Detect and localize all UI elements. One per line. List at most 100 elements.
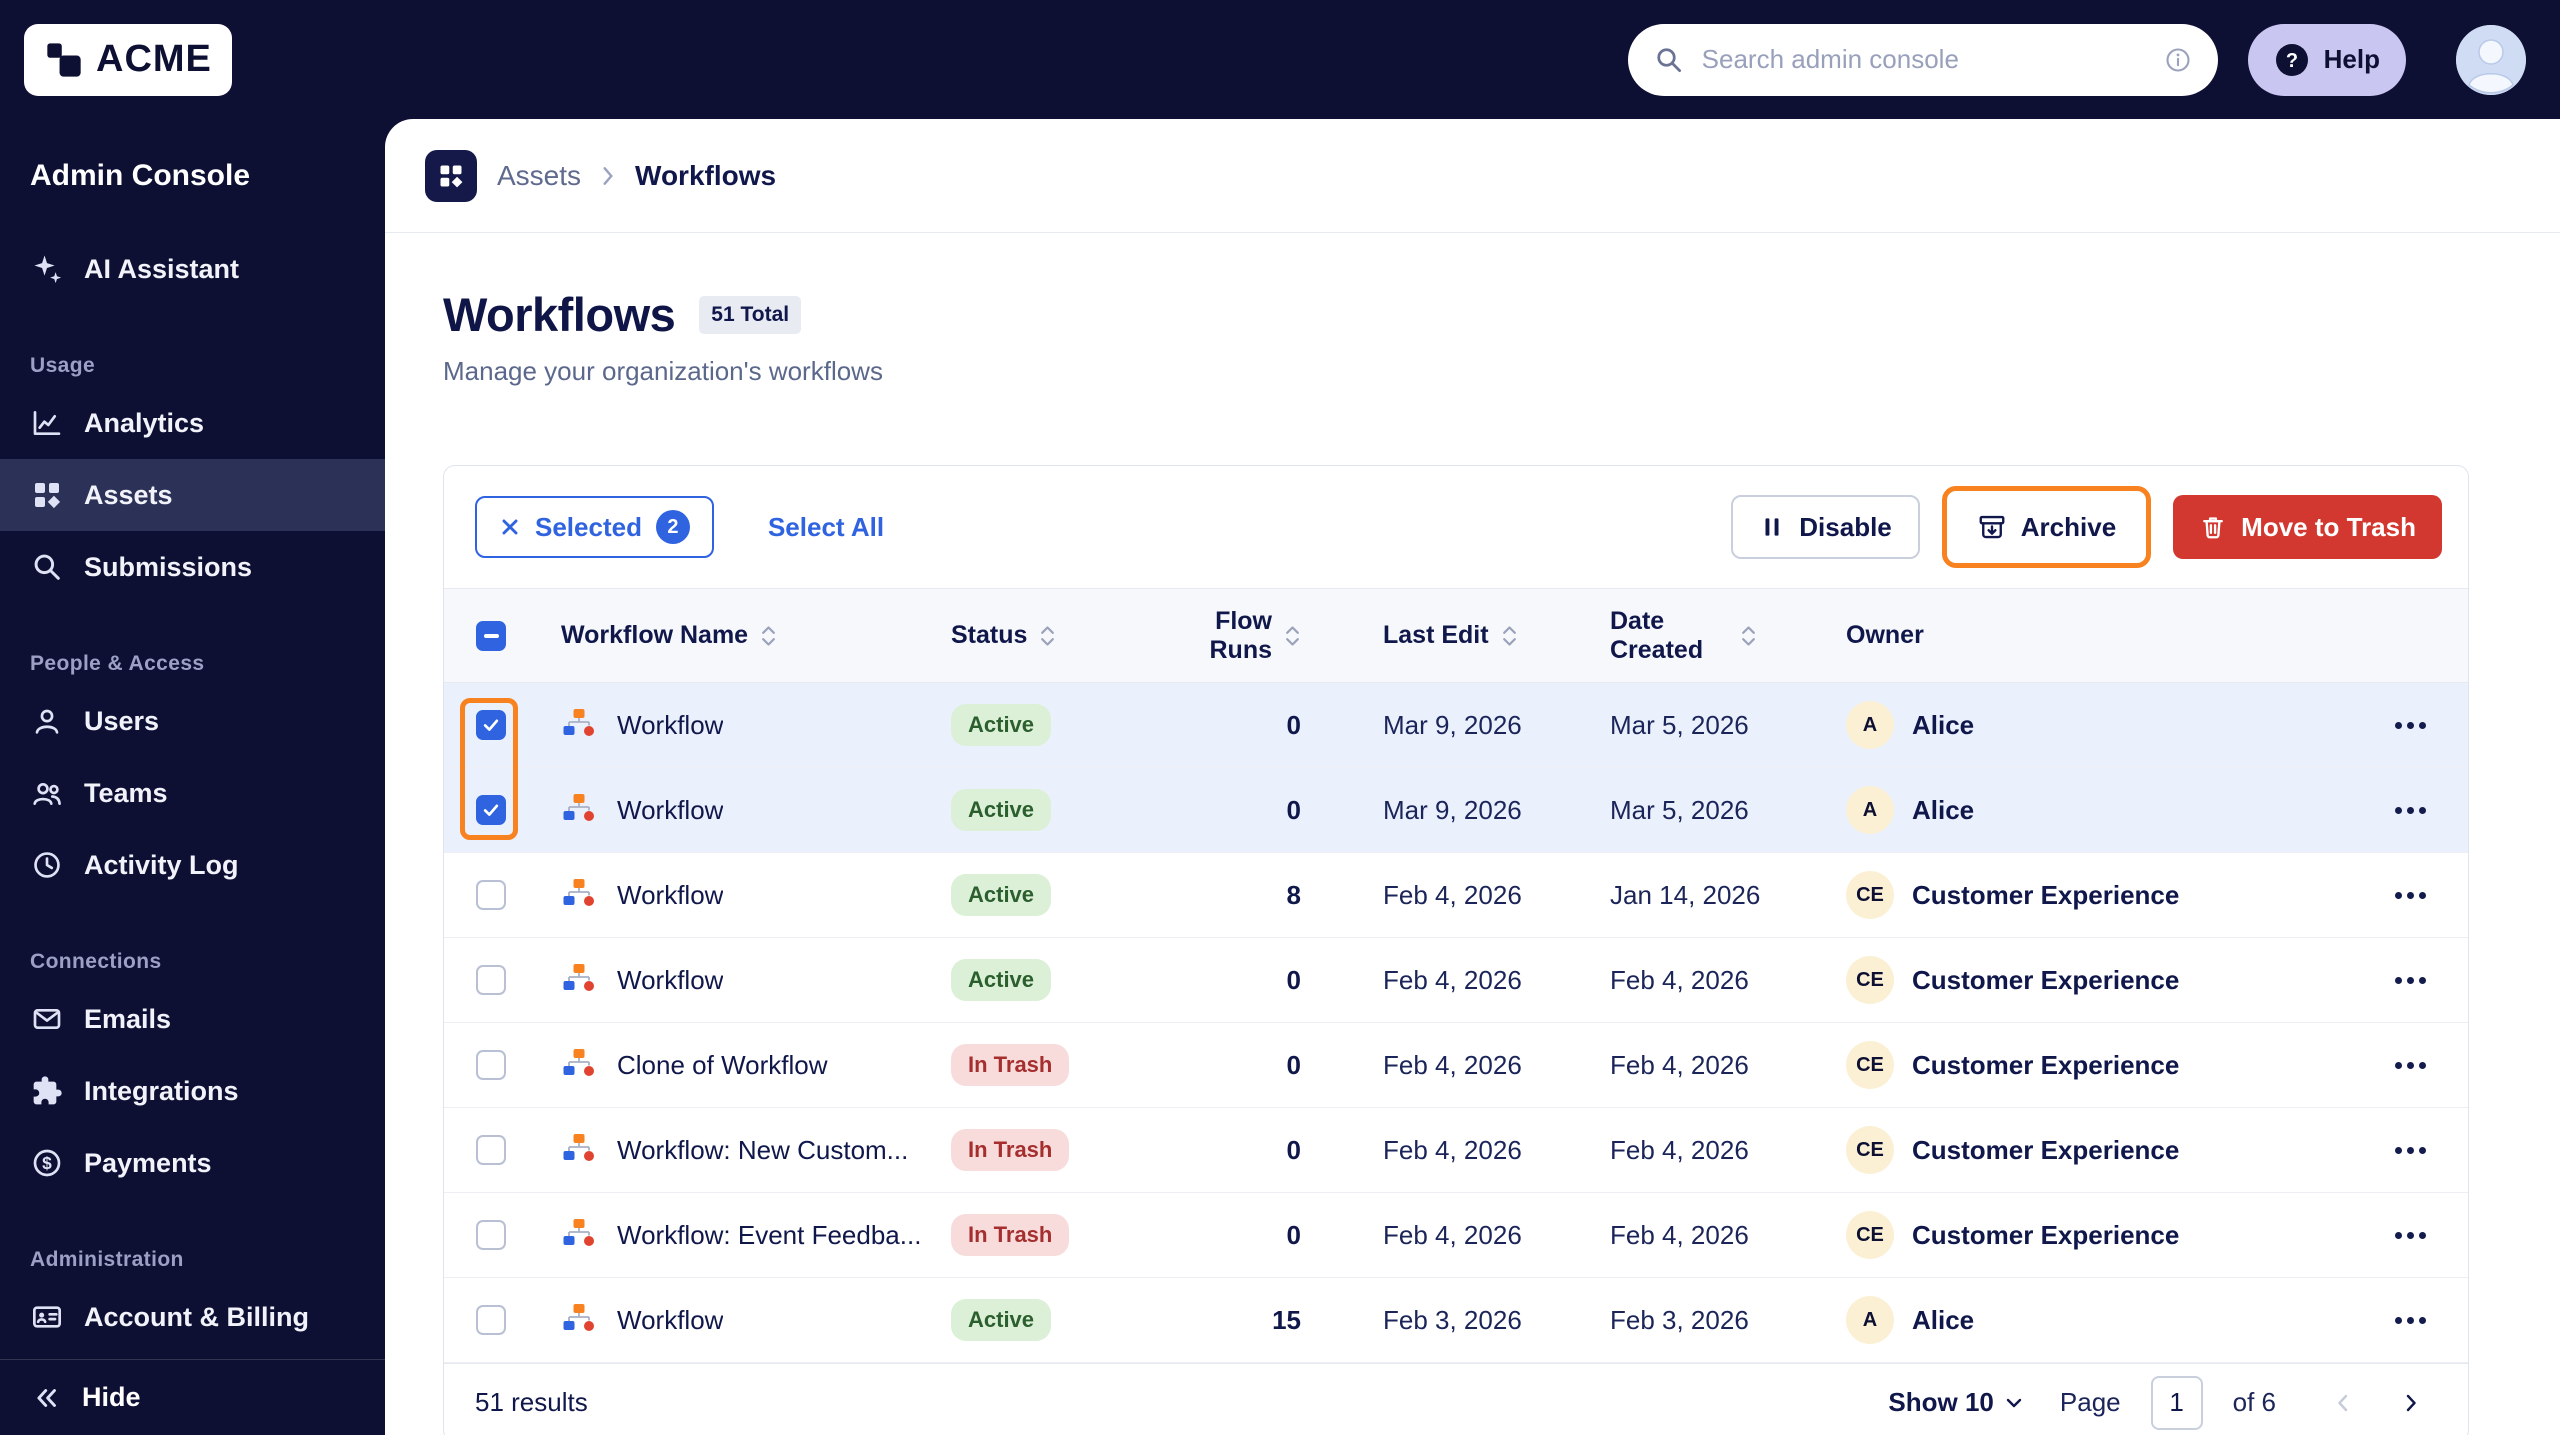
svg-text:?: ? bbox=[2286, 50, 2298, 72]
sidebar-item-analytics[interactable]: Analytics bbox=[0, 387, 385, 459]
sort-icon[interactable] bbox=[1284, 623, 1301, 649]
table-row[interactable]: Workflow Active 0 Mar 9, 2026 Mar 5, 202… bbox=[444, 768, 2468, 853]
flow-runs-value: 0 bbox=[1181, 795, 1351, 826]
archive-button[interactable]: Archive bbox=[1951, 495, 2142, 559]
page-of-label: of 6 bbox=[2233, 1387, 2276, 1418]
sidebar-item-integrations[interactable]: Integrations bbox=[0, 1055, 385, 1127]
date-created-value: Feb 4, 2026 bbox=[1596, 1050, 1846, 1081]
archive-icon bbox=[1977, 512, 2007, 542]
owner-name: Customer Experience bbox=[1912, 1135, 2179, 1166]
last-edit-value: Feb 4, 2026 bbox=[1351, 880, 1596, 911]
column-header-date-created[interactable]: Date Created bbox=[1596, 607, 1846, 665]
info-icon[interactable] bbox=[2164, 46, 2192, 74]
row-checkbox[interactable] bbox=[476, 1050, 506, 1080]
sidebar-hide-button[interactable]: Hide bbox=[0, 1359, 385, 1435]
row-checkbox[interactable] bbox=[476, 880, 506, 910]
last-edit-value: Feb 4, 2026 bbox=[1351, 1050, 1596, 1081]
row-checkbox[interactable] bbox=[476, 965, 506, 995]
selected-label: Selected bbox=[535, 512, 642, 543]
sidebar-item-submissions[interactable]: Submissions bbox=[0, 531, 385, 603]
user-avatar[interactable] bbox=[2456, 25, 2526, 95]
row-menu-button[interactable] bbox=[2383, 795, 2438, 826]
sidebar-item-emails[interactable]: Emails bbox=[0, 983, 385, 1055]
date-created-value: Feb 4, 2026 bbox=[1596, 1135, 1846, 1166]
column-header-last-edit[interactable]: Last Edit bbox=[1351, 621, 1596, 650]
table-row[interactable]: Workflow Active 0 Mar 9, 2026 Mar 5, 202… bbox=[444, 683, 2468, 768]
select-all-link[interactable]: Select All bbox=[762, 511, 890, 544]
sidebar-section-administration: Administration Account & Billing bbox=[0, 1247, 385, 1353]
page-size-select[interactable]: Show 10 bbox=[1882, 1386, 2029, 1419]
row-menu-button[interactable] bbox=[2383, 965, 2438, 996]
row-checkbox[interactable] bbox=[476, 1220, 506, 1250]
search-input[interactable] bbox=[1700, 43, 2148, 76]
collapse-chevrons-icon bbox=[30, 1381, 64, 1415]
table-row[interactable]: Clone of Workflow In Trash 0 Feb 4, 2026… bbox=[444, 1023, 2468, 1108]
sidebar-hide-label: Hide bbox=[82, 1382, 141, 1413]
select-all-checkbox[interactable] bbox=[476, 621, 506, 651]
sidebar-item-activity-log[interactable]: Activity Log bbox=[0, 829, 385, 901]
brand-logo[interactable]: ACME bbox=[24, 24, 232, 96]
date-created-value: Feb 4, 2026 bbox=[1596, 1220, 1846, 1251]
sort-icon[interactable] bbox=[760, 623, 777, 649]
column-header-status[interactable]: Status bbox=[951, 621, 1181, 650]
column-header-workflow-name[interactable]: Workflow Name bbox=[561, 621, 951, 650]
table-row[interactable]: Workflow Active 8 Feb 4, 2026 Jan 14, 20… bbox=[444, 853, 2468, 938]
workflow-icon bbox=[561, 1217, 597, 1253]
column-header-flow-runs[interactable]: Flow Runs bbox=[1181, 607, 1351, 665]
sort-icon[interactable] bbox=[1039, 623, 1056, 649]
sidebar-section-label: People & Access bbox=[30, 651, 385, 677]
sidebar-section-people-access: People & Access Users Teams Activity Log bbox=[0, 651, 385, 901]
next-page-button[interactable] bbox=[2392, 1385, 2428, 1421]
workflow-icon bbox=[561, 1302, 597, 1338]
owner-avatar: CE bbox=[1846, 1041, 1894, 1089]
table-row[interactable]: Workflow: Event Feedba... In Trash 0 Feb… bbox=[444, 1193, 2468, 1278]
sidebar-title: Admin Console bbox=[30, 159, 385, 193]
row-checkbox[interactable] bbox=[476, 1135, 506, 1165]
total-count-badge: 51 Total bbox=[699, 296, 801, 334]
sort-icon[interactable] bbox=[1740, 623, 1757, 649]
sidebar-item-label: Activity Log bbox=[84, 850, 239, 881]
status-badge: Active bbox=[951, 789, 1051, 831]
owner-name: Customer Experience bbox=[1912, 880, 2179, 911]
workflow-icon bbox=[561, 707, 597, 743]
disable-label: Disable bbox=[1799, 512, 1892, 543]
row-checkbox[interactable] bbox=[476, 1305, 506, 1335]
row-checkbox[interactable] bbox=[476, 710, 506, 740]
flow-runs-value: 0 bbox=[1181, 1220, 1351, 1251]
page-number-input[interactable] bbox=[2151, 1376, 2203, 1430]
sidebar-item-payments[interactable]: $ Payments bbox=[0, 1127, 385, 1199]
table-row[interactable]: Workflow Active 15 Feb 3, 2026 Feb 3, 20… bbox=[444, 1278, 2468, 1363]
row-menu-button[interactable] bbox=[2383, 710, 2438, 741]
pause-icon bbox=[1759, 514, 1785, 540]
row-menu-button[interactable] bbox=[2383, 1135, 2438, 1166]
table-row[interactable]: Workflow: New Custom... In Trash 0 Feb 4… bbox=[444, 1108, 2468, 1193]
owner-avatar: A bbox=[1846, 1296, 1894, 1344]
sidebar-item-label: AI Assistant bbox=[84, 254, 239, 285]
row-menu-button[interactable] bbox=[2383, 880, 2438, 911]
owner-avatar: A bbox=[1846, 701, 1894, 749]
table-row[interactable]: Workflow Active 0 Feb 4, 2026 Feb 4, 202… bbox=[444, 938, 2468, 1023]
previous-page-button[interactable] bbox=[2326, 1385, 2362, 1421]
sidebar-item-assets[interactable]: Assets bbox=[0, 459, 385, 531]
sidebar-item-teams[interactable]: Teams bbox=[0, 757, 385, 829]
row-menu-button[interactable] bbox=[2383, 1220, 2438, 1251]
move-to-trash-label: Move to Trash bbox=[2241, 512, 2416, 543]
breadcrumb-root[interactable]: Assets bbox=[497, 160, 581, 192]
sidebar-item-account-billing[interactable]: Account & Billing bbox=[0, 1281, 385, 1353]
sidebar-section-connections: Connections Emails Integrations $ Paymen… bbox=[0, 949, 385, 1199]
move-to-trash-button[interactable]: Move to Trash bbox=[2173, 495, 2442, 559]
svg-text:$: $ bbox=[42, 1153, 52, 1173]
help-button[interactable]: ? Help bbox=[2248, 24, 2406, 96]
row-checkbox[interactable] bbox=[476, 795, 506, 825]
sidebar-item-ai-assistant[interactable]: AI Assistant bbox=[0, 233, 385, 305]
row-menu-button[interactable] bbox=[2383, 1050, 2438, 1081]
selected-filter-button[interactable]: Selected 2 bbox=[475, 496, 714, 558]
row-menu-button[interactable] bbox=[2383, 1305, 2438, 1336]
admin-search-bar[interactable] bbox=[1628, 24, 2218, 96]
analytics-icon bbox=[30, 406, 64, 440]
assets-icon bbox=[30, 478, 64, 512]
flow-runs-value: 0 bbox=[1181, 1135, 1351, 1166]
sort-icon[interactable] bbox=[1501, 623, 1518, 649]
disable-button[interactable]: Disable bbox=[1731, 495, 1920, 559]
sidebar-item-users[interactable]: Users bbox=[0, 685, 385, 757]
